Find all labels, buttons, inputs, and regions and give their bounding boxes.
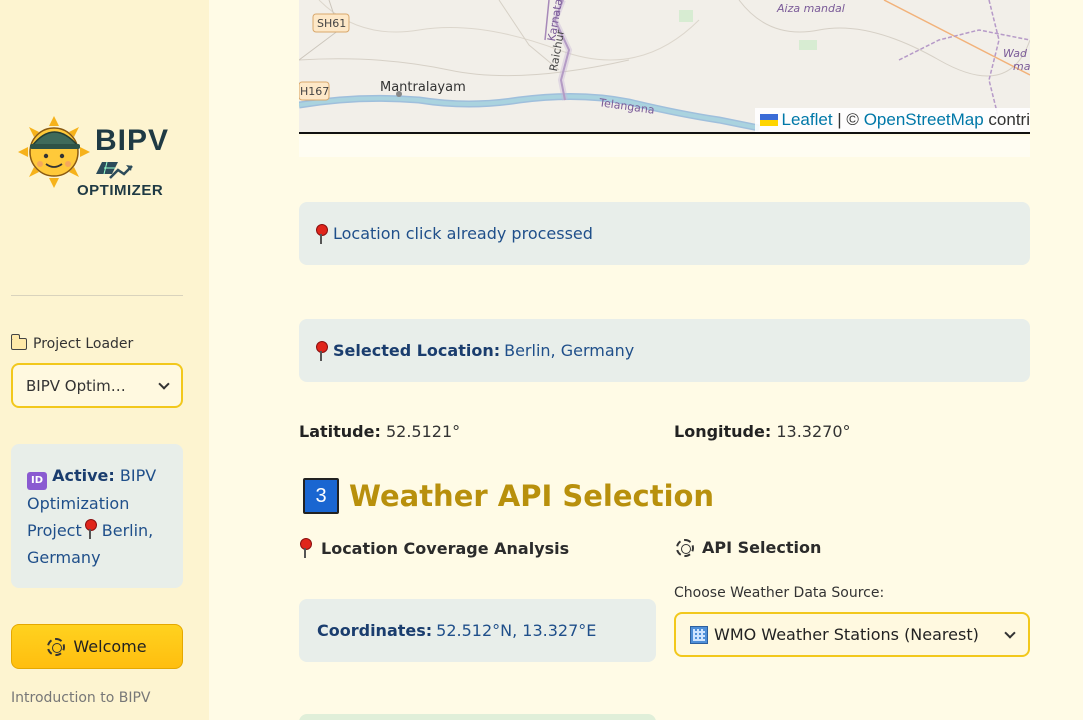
gear-icon <box>47 637 66 656</box>
map-label-mantralayam: Mantralayam <box>380 80 466 95</box>
coordinates-box: Coordinates: 52.512°N, 13.327°E <box>299 599 656 662</box>
project-loader-label: Project Loader <box>10 334 134 352</box>
keycap-3-icon: 3 <box>303 478 339 514</box>
longitude-label: Longitude: <box>674 422 772 441</box>
leaflet-link[interactable]: Leaflet <box>782 110 833 129</box>
logo-title: BIPV <box>95 124 170 157</box>
flag-icon <box>759 114 778 126</box>
project-select[interactable]: BIPV Optim… <box>11 363 183 408</box>
section-heading: 3 Weather API Selection <box>303 478 714 514</box>
coverage-heading: Location Coverage Analysis <box>299 538 569 558</box>
coordinates-value: 52.512°N, 13.327°E <box>436 621 597 640</box>
api-selection-heading: API Selection <box>676 538 821 557</box>
sidebar: BIPV OPTIMIZER Project Loader BIPV Optim… <box>0 0 209 720</box>
active-label: Active: <box>52 466 115 485</box>
map-label-h167: H167 <box>300 85 330 98</box>
welcome-button-label: Welcome <box>73 637 147 656</box>
id-badge-icon: ID <box>27 472 47 490</box>
project-select-value: BIPV Optim… <box>26 376 126 395</box>
map-label-wada-2: ma <box>1013 60 1030 73</box>
latitude-readout: Latitude: 52.5121° <box>299 422 460 441</box>
active-project-box: ID Active: BIPV Optimization Project Berl… <box>11 444 183 588</box>
section-title: Weather API Selection <box>349 479 715 513</box>
weather-source-value: WMO Weather Stations (Nearest) <box>714 625 979 644</box>
selected-location-label: Selected Location: <box>333 341 501 360</box>
longitude-readout: Longitude: 13.3270° <box>674 422 851 441</box>
api-selection-heading-text: API Selection <box>702 538 822 557</box>
logo-subtitle: OPTIMIZER <box>77 182 164 199</box>
map-label-wada: Wad <box>1003 47 1027 60</box>
sidebar-divider <box>11 295 183 296</box>
coverage-heading-text: Location Coverage Analysis <box>321 538 570 558</box>
map-footer-strip <box>299 136 1030 157</box>
gear-icon <box>676 538 694 557</box>
pin-icon <box>299 538 312 558</box>
building-icon <box>690 625 708 644</box>
pin-icon <box>84 519 97 539</box>
weather-source-value-wrap: WMO Weather Stations (Nearest) <box>690 625 1006 644</box>
weather-source-label: Choose Weather Data Source: <box>674 585 885 601</box>
welcome-button[interactable]: Welcome <box>11 624 183 669</box>
map-label-aiza: Aiza mandal <box>777 2 845 15</box>
map-label-sh61: SH61 <box>317 17 347 30</box>
coordinates-label: Coordinates: <box>317 621 433 640</box>
pin-icon <box>315 340 328 361</box>
folder-icon <box>10 334 27 350</box>
map-attribution: Leaflet | © OpenStreetMap contri <box>754 108 1030 132</box>
osm-link[interactable]: OpenStreetMap <box>864 110 984 129</box>
latitude-label: Latitude: <box>299 422 381 441</box>
processed-alert-text: Location click already processed <box>333 224 593 243</box>
pin-icon <box>315 223 328 244</box>
next-panel-edge <box>299 714 656 720</box>
attribution-rest: contri <box>983 110 1030 129</box>
processed-alert: Location click already processed <box>299 202 1030 265</box>
longitude-value: 13.3270° <box>776 422 851 441</box>
weather-source-select[interactable]: WMO Weather Stations (Nearest) <box>674 612 1030 657</box>
map-view[interactable]: SH61 H167 Mantralayam Raichur Karnata Te… <box>299 0 1030 134</box>
intro-text: Introduction to BIPV <box>11 690 151 706</box>
chevron-down-icon <box>158 377 170 390</box>
attribution-separator: | © <box>832 110 864 129</box>
chevron-down-icon <box>1004 626 1016 639</box>
selected-location-value: Berlin, Germany <box>504 341 635 360</box>
selected-location-alert: Selected Location: Berlin, Germany <box>299 319 1030 382</box>
latitude-value: 52.5121° <box>385 422 461 441</box>
project-loader-text: Project Loader <box>33 336 134 352</box>
